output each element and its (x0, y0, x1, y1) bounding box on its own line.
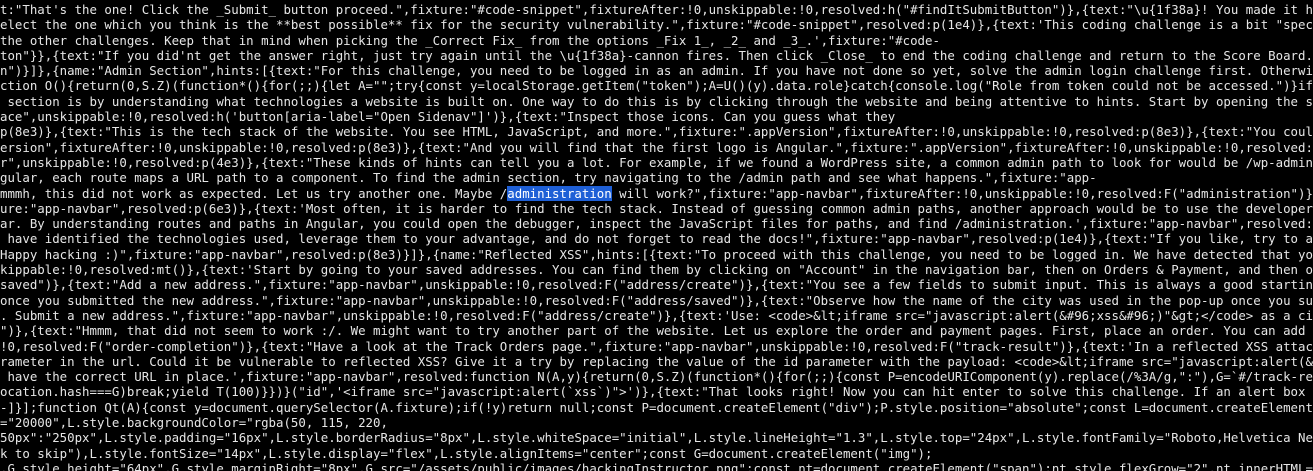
code-line: once you submitted the new address.",fix… (0, 292, 1313, 308)
selected-text[interactable]: administration (507, 185, 612, 201)
code-line: the other challenges. Keep that in mind … (0, 32, 940, 48)
code-line: section is by understanding what technol… (0, 93, 1313, 109)
code-line: rameter in the url. Could it be vulnerab… (0, 353, 1313, 369)
code-line: elect the one which you think is the **b… (0, 17, 1313, 33)
code-line: ersion",fixtureAfter:!0,unskippable:!0,r… (0, 139, 1313, 155)
source-code-view[interactable]: t:"That's the one! Click the _Submit_ bu… (0, 0, 1313, 471)
code-line: ction O(){return(0,S.Z)(function*(){for(… (0, 78, 1313, 94)
code-line: r",unskippable:!0,resolved:p(4e3)},{text… (0, 154, 1313, 170)
code-line-with-selection: mmmh, this did not work as expected. Let… (0, 185, 1313, 201)
code-text-before-selection: mmmh, this did not work as expected. Let… (0, 185, 508, 201)
code-line: !0,resolved:F("order-completion")},{text… (0, 338, 1313, 354)
code-line: ton"}},{text:"If you did'nt get the answ… (0, 47, 1313, 63)
code-line: ="20000",L.style.backgroundColor="rgba(5… (0, 415, 388, 431)
code-line: ar. By understanding routes and paths in… (0, 216, 1313, 232)
code-line: ,G.style.height="64px",G.style.marginRig… (0, 460, 1313, 471)
code-line: n")}]},{name:"Admin Section",hints:[{tex… (0, 63, 1313, 79)
code-line: ace",unskippable:!0,resolved:h('button[a… (0, 109, 896, 125)
code-line: gular, each route maps a URL path to a c… (0, 170, 1097, 186)
code-text-after-selection: will work?",fixture:"app-navbar",fixture… (611, 185, 1313, 201)
code-line: -]}];function Qt(A){const y=document.que… (0, 399, 1313, 415)
code-line: 50px":"250px",L.style.padding="16px",L.s… (0, 430, 1313, 446)
code-line: ocation.hash===G)break;yield T(100)}})}(… (0, 384, 1313, 400)
code-line: ")},{text:"Hmmm, that did not seem to wo… (0, 323, 1313, 339)
code-line: have the correct URL in place.',fixture:… (0, 369, 1313, 385)
code-line: t:"That's the one! Click the _Submit_ bu… (0, 2, 1313, 17)
code-line: Happy hacking :)",fixture:"app-navbar",r… (0, 246, 1313, 262)
code-line: p(8e3)},{text:"This is the tech stack of… (0, 124, 1313, 140)
code-line: kippable:!0,resolved:mt()},{text:'Start … (0, 262, 1313, 278)
code-line: saved")},{text:"Add a new address.",fixt… (0, 277, 1313, 293)
code-line: ure:"app-navbar",resolved:p(6e3)},{text:… (0, 200, 1313, 216)
code-line: . Submit a new address.",fixture:"app-na… (0, 307, 1313, 323)
code-line: k to skip"),L.style.fontSize="14px",L.st… (0, 445, 933, 461)
code-line: have identified the technologies used, l… (0, 231, 1313, 247)
